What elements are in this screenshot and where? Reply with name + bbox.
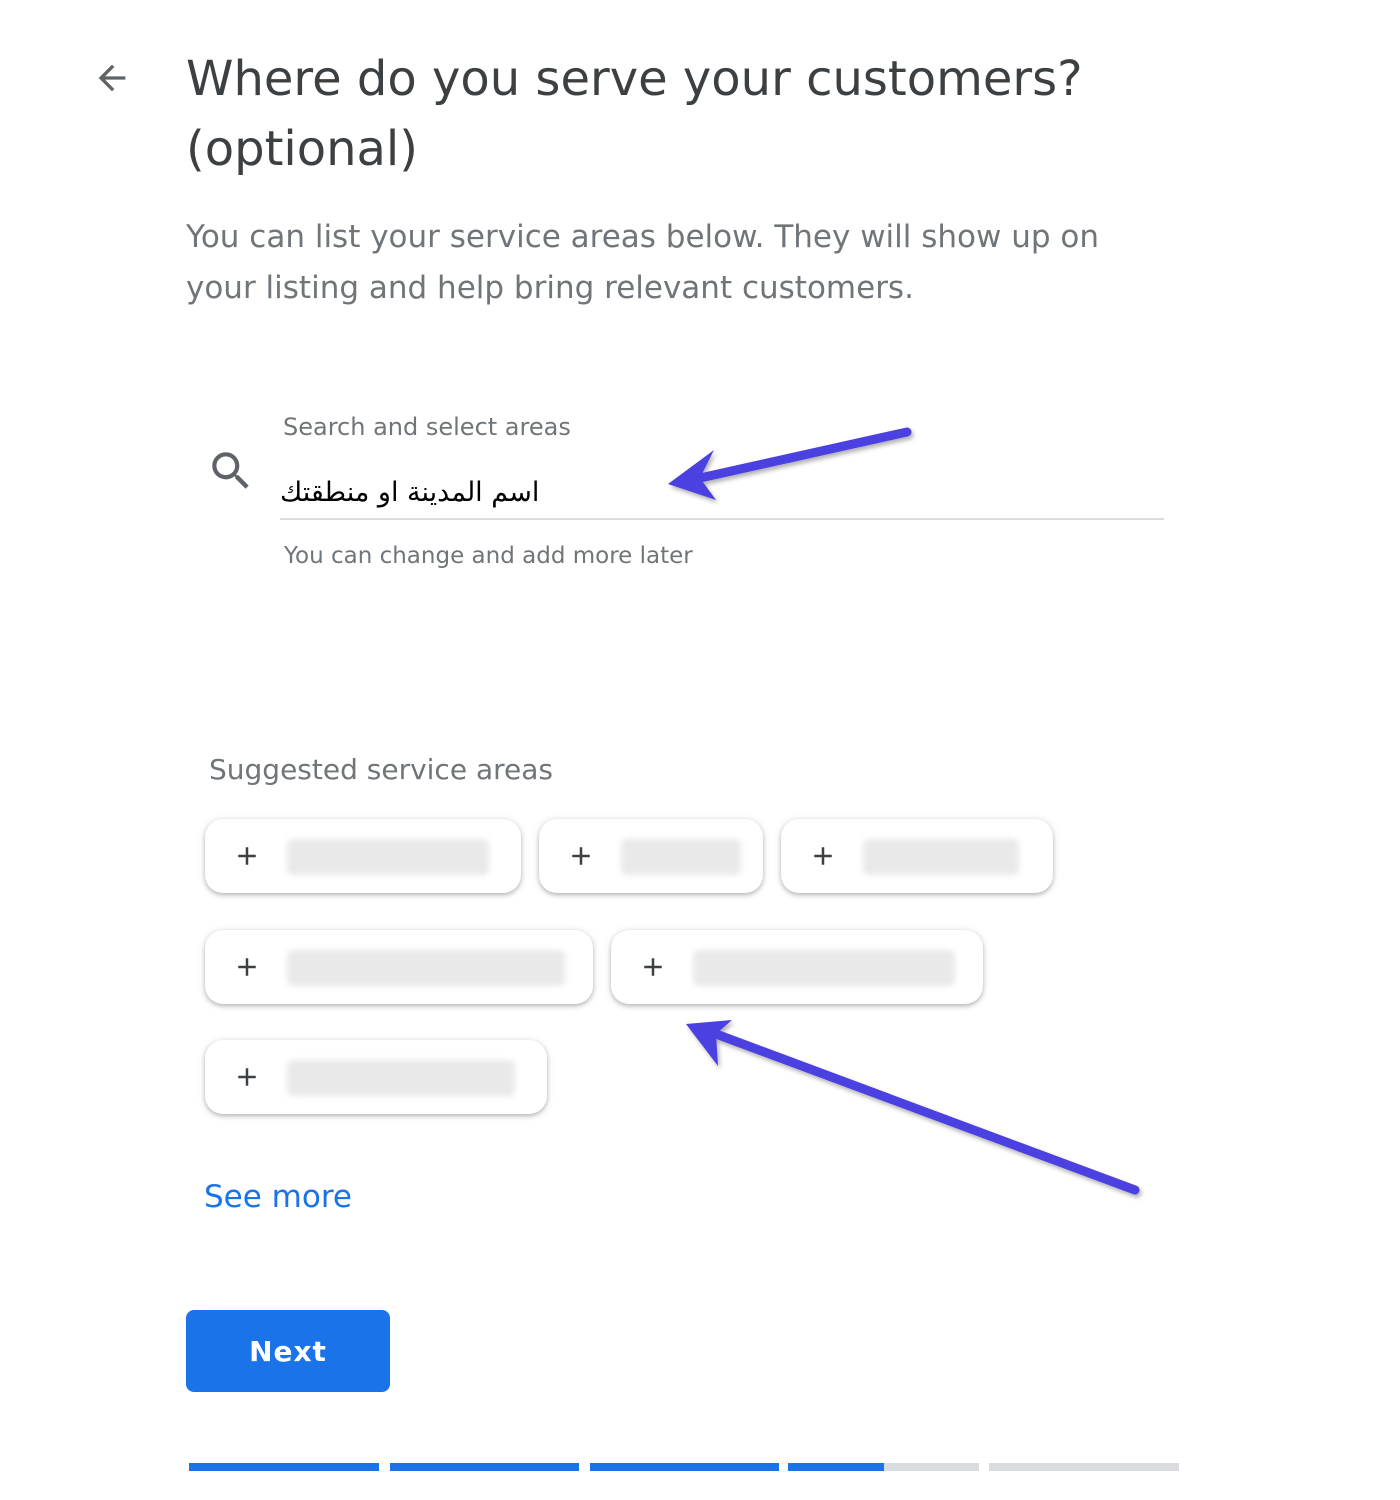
- search-helper-text: You can change and add more later: [284, 543, 693, 569]
- progress-step-2-fill: [390, 1463, 579, 1471]
- suggested-area-chip[interactable]: [205, 930, 593, 1004]
- suggested-area-chip[interactable]: [539, 819, 763, 893]
- progress-step-2: [390, 1463, 579, 1471]
- plus-icon: [572, 847, 590, 865]
- subtitle-line-2: your listing and help bring relevant cus…: [186, 270, 914, 306]
- progress-step-4: [788, 1463, 979, 1471]
- blurred-area-name: [287, 1060, 515, 1096]
- plus-icon: [238, 1068, 256, 1086]
- search-field-label: Search and select areas: [283, 413, 571, 441]
- search-input[interactable]: [280, 466, 1164, 520]
- plus-icon: [644, 958, 662, 976]
- plus-icon: [814, 847, 832, 865]
- progress-step-1: [189, 1463, 379, 1471]
- search-icon: [212, 452, 249, 489]
- suggested-area-chip[interactable]: [781, 819, 1053, 893]
- progress-step-5: [989, 1463, 1179, 1471]
- blurred-area-name: [863, 839, 1019, 875]
- progress-step-3-fill: [590, 1463, 779, 1471]
- arrow-back-icon: [98, 64, 126, 92]
- next-button[interactable]: Next: [186, 1310, 390, 1392]
- progress-step-3: [590, 1463, 779, 1471]
- page-title: Where do you serve your customers? (opti…: [186, 44, 1186, 184]
- see-more-link[interactable]: See more: [204, 1176, 352, 1218]
- page-title-line-1: Where do you serve your customers?: [186, 51, 1083, 107]
- progress-step-1-fill: [189, 1463, 379, 1471]
- progress-step-4-fill: [788, 1463, 884, 1471]
- suggested-areas-title: Suggested service areas: [209, 753, 553, 786]
- blurred-area-name: [621, 839, 741, 875]
- annotation-arrow-suggestions: [686, 1020, 1140, 1195]
- plus-icon: [238, 958, 256, 976]
- blurred-area-name: [693, 950, 955, 986]
- page-subtitle: You can list your service areas below. T…: [186, 212, 1176, 314]
- plus-icon: [238, 847, 256, 865]
- suggested-area-chip[interactable]: [205, 1040, 547, 1114]
- suggested-area-chip[interactable]: [205, 819, 521, 893]
- page-title-line-2: (optional): [186, 121, 418, 177]
- blurred-area-name: [287, 839, 489, 875]
- back-button[interactable]: [88, 54, 136, 102]
- blurred-area-name: [287, 950, 565, 986]
- suggested-area-chip[interactable]: [611, 930, 983, 1004]
- progress-indicator: [189, 1463, 1179, 1471]
- subtitle-line-1: You can list your service areas below. T…: [186, 219, 1100, 255]
